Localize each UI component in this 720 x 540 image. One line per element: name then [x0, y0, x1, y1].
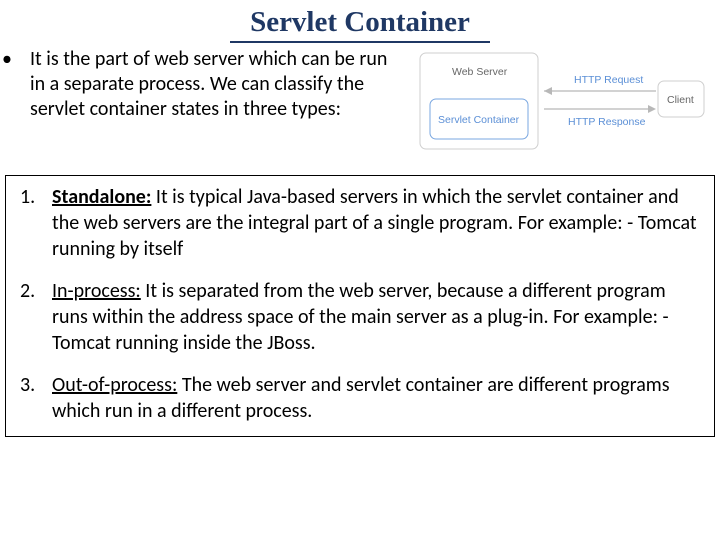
list-number: 2. — [16, 278, 52, 356]
list-body: Standalone: It is typical Java-based ser… — [52, 184, 704, 262]
diagram-web-server-label: Web Server — [452, 66, 508, 78]
types-list-box: 1. Standalone: It is typical Java-based … — [5, 175, 715, 437]
diagram-client-label: Client — [667, 94, 694, 106]
diagram-servlet-container-label: Servlet Container — [438, 114, 520, 126]
item-heading: Out-of-process: — [52, 373, 177, 397]
architecture-diagram: Web Server Servlet Container Client HTTP… — [418, 51, 708, 161]
list-number: 1. — [16, 184, 52, 262]
list-item: 1. Standalone: It is typical Java-based … — [16, 184, 704, 262]
item-text: It is separated from the web server, bec… — [52, 279, 669, 355]
list-body: Out-of-process: The web server and servl… — [52, 372, 704, 424]
diagram-http-request-label: HTTP Request — [574, 74, 643, 86]
list-number: 3. — [16, 372, 52, 424]
diagram-http-response-label: HTTP Response — [568, 116, 646, 128]
item-heading: In-process: — [52, 279, 141, 303]
intro-row: •It is the part of web server which can … — [0, 47, 720, 161]
item-heading: Standalone: — [52, 185, 151, 209]
list-item: 3. Out-of-process: The web server and se… — [16, 372, 704, 424]
slide-title: Servlet Container — [230, 0, 490, 43]
bullet-icon: • — [16, 47, 30, 72]
intro-body: It is the part of web server which can b… — [30, 47, 387, 121]
intro-text: •It is the part of web server which can … — [16, 47, 406, 122]
list-body: In-process: It is separated from the web… — [52, 278, 704, 356]
list-item: 2. In-process: It is separated from the … — [16, 278, 704, 356]
